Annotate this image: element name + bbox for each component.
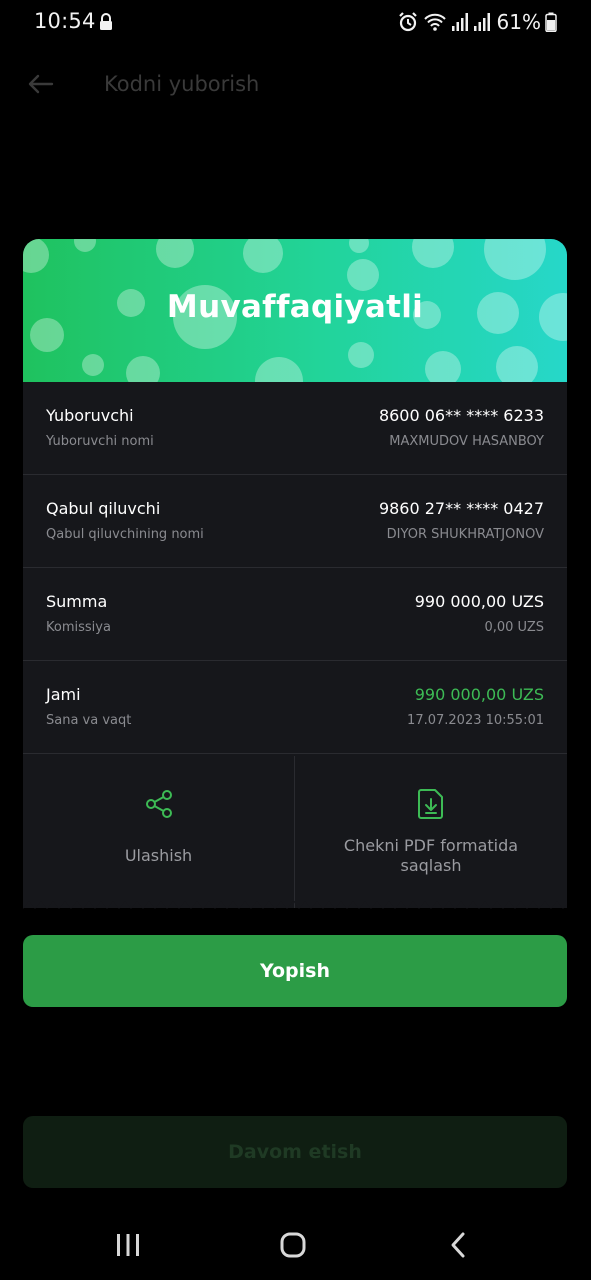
status-icons: 61%	[397, 9, 557, 35]
row-sublabel: Komissiya	[46, 620, 111, 635]
row-label: Jami	[46, 685, 81, 704]
row-label: Summa	[46, 592, 108, 611]
date-time: 17.07.2023 10:55:01	[407, 713, 544, 728]
receipt-details: Yuboruvchi Yuboruvchi nomi 8600 06** ***…	[23, 382, 567, 908]
amount-row: Summa Komissiya 990 000,00 UZS 0,00 UZS	[23, 568, 567, 661]
save-pdf-button[interactable]: Chekni PDF formatida saqlash	[295, 756, 567, 908]
row-label: Qabul qiluvchi	[46, 499, 161, 518]
alarm-icon	[397, 11, 419, 33]
success-banner: Muvaffaqiyatli	[23, 239, 567, 382]
battery-icon	[545, 12, 557, 32]
total-value: 990 000,00 UZS	[414, 685, 544, 704]
receipt-actions: Ulashish Chekni PDF formatida saqlash	[23, 756, 567, 908]
home-icon[interactable]	[263, 1222, 323, 1268]
banner-title: Muvaffaqiyatli	[166, 289, 424, 325]
pdf-label-line1: Chekni PDF formatida	[343, 836, 519, 855]
commission-value: 0,00 UZS	[484, 620, 544, 635]
sender-name: MAXMUDOV HASANBOY	[389, 434, 544, 449]
page-title: Kodni yuborish	[104, 72, 260, 96]
total-row: Jami Sana va vaqt 990 000,00 UZS 17.07.2…	[23, 661, 567, 754]
recent-apps-icon[interactable]	[98, 1222, 158, 1268]
pdf-label-line2: saqlash	[400, 856, 462, 875]
recipient-card-number: 9860 27** **** 0427	[378, 499, 544, 518]
row-sublabel: Sana va vaqt	[46, 713, 132, 728]
lock-icon	[98, 13, 114, 35]
sender-card-number: 8600 06** **** 6233	[378, 406, 544, 425]
signal-icon-2	[473, 12, 491, 32]
recipient-name: DIYOR SHUKHRATJONOV	[386, 527, 544, 542]
wifi-icon	[423, 12, 447, 32]
recipient-row: Qabul qiluvchi Qabul qiluvchining nomi 9…	[23, 475, 567, 568]
sender-row: Yuboruvchi Yuboruvchi nomi 8600 06** ***…	[23, 382, 567, 475]
close-button[interactable]: Yopish	[23, 935, 567, 1007]
row-sublabel: Yuboruvchi nomi	[46, 434, 154, 449]
share-label: Ulashish	[124, 846, 193, 865]
app-header: Kodni yuborish	[0, 60, 591, 112]
status-time: 10:54	[34, 9, 96, 33]
row-label: Yuboruvchi	[46, 406, 134, 425]
system-nav-bar	[0, 1210, 591, 1280]
battery-percent: 61%	[496, 10, 541, 34]
amount-value: 990 000,00 UZS	[414, 592, 544, 611]
row-sublabel: Qabul qiluvchining nomi	[46, 527, 204, 542]
signal-icon	[451, 12, 469, 32]
status-bar: 10:54 61%	[0, 0, 591, 44]
file-download-icon	[417, 788, 445, 824]
arrow-left-icon[interactable]	[26, 72, 54, 100]
receipt-torn-edge	[23, 901, 567, 909]
back-icon[interactable]	[428, 1222, 488, 1268]
receipt-card: Muvaffaqiyatli Yuboruvchi Yuboruvchi nom…	[23, 239, 567, 915]
continue-button[interactable]: Davom etish	[23, 1116, 567, 1188]
share-icon	[143, 788, 175, 824]
share-button[interactable]: Ulashish	[23, 756, 295, 908]
